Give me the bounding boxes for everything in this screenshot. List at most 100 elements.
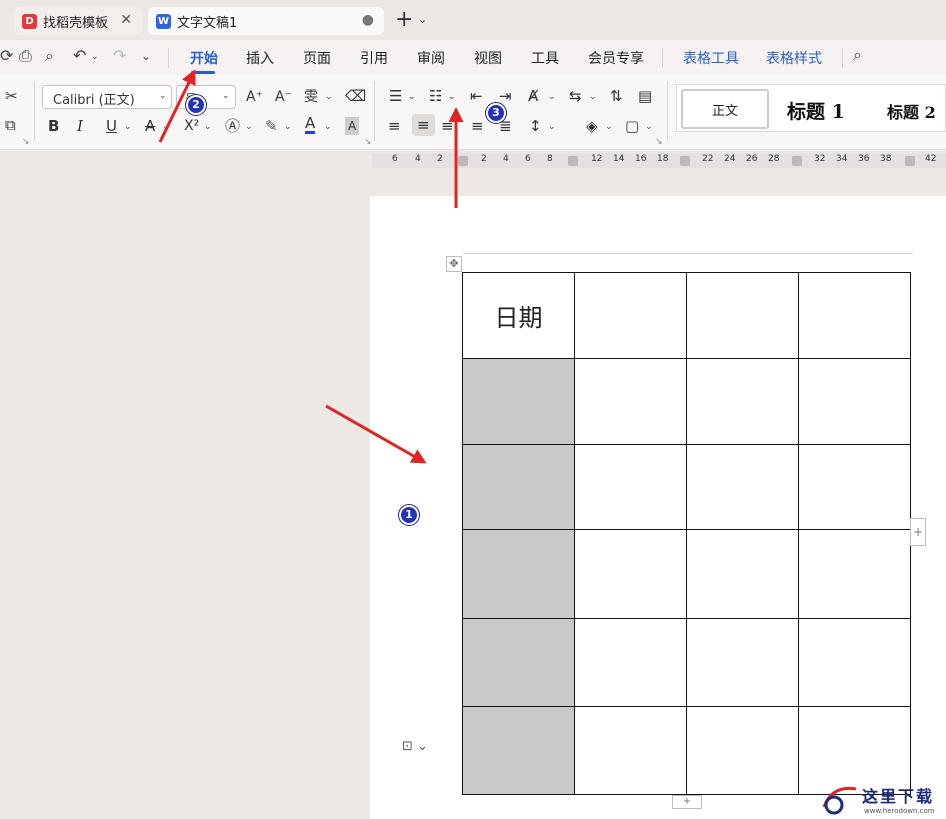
chevron-down-icon[interactable]: ⌄: [418, 13, 427, 26]
table-cell[interactable]: [686, 272, 799, 359]
table-cell[interactable]: [686, 529, 799, 619]
menu-view[interactable]: 视图: [474, 48, 502, 68]
chinese-layout-icon[interactable]: Ⱥ: [528, 87, 538, 105]
table-cell-shaded[interactable]: [462, 706, 575, 795]
decrease-indent-icon[interactable]: ⇤: [470, 87, 483, 105]
undo-icon[interactable]: ↶: [73, 46, 86, 65]
shrink-font-icon[interactable]: A⁻: [275, 88, 292, 106]
ruler-marker[interactable]: [568, 156, 578, 166]
copy-icon[interactable]: ⧉: [5, 116, 16, 134]
menu-review[interactable]: 审阅: [417, 48, 445, 68]
table-cell[interactable]: [574, 529, 687, 619]
menu-page[interactable]: 页面: [303, 48, 331, 68]
superscript-button[interactable]: X²: [184, 117, 199, 135]
table-cell[interactable]: [686, 358, 799, 445]
align-left-icon[interactable]: ≡: [388, 117, 401, 135]
ruler-marker[interactable]: [905, 156, 915, 166]
justify-icon[interactable]: ≡: [471, 117, 484, 135]
table-cell[interactable]: [798, 529, 911, 619]
close-icon[interactable]: ✕: [120, 12, 132, 28]
phonetic-guide-icon[interactable]: 雯: [304, 88, 318, 106]
chevron-down-icon[interactable]: ⌄: [448, 92, 456, 102]
table-cell[interactable]: [798, 444, 911, 530]
align-center-icon[interactable]: ≡: [412, 114, 435, 136]
open-icon[interactable]: ⟳: [0, 46, 13, 65]
table-cell[interactable]: [686, 706, 799, 795]
table-cell[interactable]: [574, 358, 687, 445]
print-preview-icon[interactable]: ⌕: [45, 46, 54, 66]
chevron-down-icon[interactable]: ⌄: [124, 122, 132, 132]
strikethrough-button[interactable]: A: [145, 117, 155, 135]
document-page[interactable]: ✥ 日期 + + ⊡ ⌄: [370, 196, 946, 819]
borders-icon[interactable]: ▢: [625, 117, 639, 135]
font-color-button[interactable]: A: [305, 115, 316, 134]
add-row-button[interactable]: +: [672, 795, 702, 809]
ruler-marker[interactable]: [680, 156, 690, 166]
chevron-down-icon[interactable]: ⌄: [222, 91, 230, 101]
menu-member[interactable]: 会员专享: [588, 48, 644, 68]
bold-button[interactable]: B: [48, 117, 59, 135]
style-normal[interactable]: 正文: [681, 89, 769, 129]
chevron-down-icon[interactable]: ⌄: [408, 92, 416, 102]
table-cell[interactable]: [798, 358, 911, 445]
numbered-list-icon[interactable]: ☷: [429, 87, 442, 105]
underline-button[interactable]: U: [106, 117, 117, 135]
table-cell-shaded[interactable]: [462, 358, 575, 445]
table-cell-shaded[interactable]: [462, 529, 575, 619]
menu-table-styles[interactable]: 表格样式: [766, 48, 822, 68]
eraser-icon[interactable]: ⌫: [345, 87, 366, 105]
chevron-down-icon[interactable]: ⌄: [548, 122, 556, 132]
more-chevron-icon[interactable]: ⌄: [141, 49, 151, 63]
chevron-down-icon[interactable]: ⌄: [589, 92, 597, 102]
document-table[interactable]: 日期: [462, 272, 911, 795]
font-name-select[interactable]: Calibri (正文): [42, 85, 172, 109]
menu-tools[interactable]: 工具: [531, 48, 559, 68]
print-icon[interactable]: ⎙: [19, 46, 32, 66]
unsaved-indicator-icon[interactable]: ●: [362, 12, 374, 28]
menu-insert[interactable]: 插入: [246, 48, 274, 68]
chevron-down-icon[interactable]: ⌄: [162, 122, 170, 132]
group-launcher-icon[interactable]: ↘: [22, 137, 30, 147]
table-cell[interactable]: [686, 444, 799, 530]
table-cell[interactable]: [574, 618, 687, 707]
show-marks-icon[interactable]: ▤: [638, 87, 652, 105]
chevron-down-icon[interactable]: ⌄: [325, 92, 333, 102]
text-direction-icon[interactable]: ⇆: [569, 87, 582, 105]
chevron-down-icon[interactable]: ⌄: [548, 92, 556, 102]
table-move-handle-icon[interactable]: ✥: [446, 256, 462, 272]
cut-icon[interactable]: ✂: [5, 87, 18, 105]
search-icon[interactable]: ⌕: [853, 45, 862, 65]
table-cell-date[interactable]: 日期: [462, 272, 575, 359]
table-cell[interactable]: [574, 272, 687, 359]
tab-daoke-templates[interactable]: D 找稻壳模板 ✕: [14, 7, 142, 35]
line-spacing-icon[interactable]: ↕: [529, 117, 542, 135]
chevron-down-icon[interactable]: ⌄: [605, 122, 613, 132]
chevron-down-icon[interactable]: ⌄: [91, 52, 99, 62]
grow-font-icon[interactable]: A⁺: [246, 88, 263, 106]
chevron-down-icon[interactable]: ⌄: [245, 122, 253, 132]
chevron-down-icon[interactable]: ⌄: [159, 91, 167, 101]
table-cell-shaded[interactable]: [462, 444, 575, 530]
shading-icon[interactable]: ◈: [586, 117, 598, 135]
table-cell[interactable]: [574, 444, 687, 530]
chevron-down-icon[interactable]: ⌄: [284, 122, 292, 132]
table-cell-shaded[interactable]: [462, 618, 575, 707]
table-cell[interactable]: [574, 706, 687, 795]
group-launcher-icon[interactable]: ↘: [364, 137, 372, 147]
layout-options-icon[interactable]: ⊡ ⌄: [402, 739, 442, 759]
table-cell[interactable]: [686, 618, 799, 707]
menu-references[interactable]: 引用: [360, 48, 388, 68]
sort-icon[interactable]: ⇅: [610, 87, 623, 105]
highlight-icon[interactable]: ✎: [265, 117, 278, 135]
table-cell[interactable]: [798, 272, 911, 359]
chevron-down-icon[interactable]: ⌄: [324, 122, 332, 132]
redo-icon[interactable]: ↷: [113, 46, 126, 65]
style-heading2[interactable]: 标题 2: [887, 99, 936, 123]
ruler-marker[interactable]: [458, 156, 468, 166]
horizontal-ruler[interactable]: 6 4 2 2 4 6 8 12 14 16 18 22 24 26 28 32…: [372, 153, 946, 168]
increase-indent-icon[interactable]: ⇥: [499, 87, 512, 105]
new-tab-button[interactable]: +: [395, 9, 413, 31]
style-heading1[interactable]: 标题 1: [787, 97, 845, 124]
bullet-list-icon[interactable]: ☰: [389, 87, 402, 105]
italic-button[interactable]: I: [77, 117, 83, 135]
